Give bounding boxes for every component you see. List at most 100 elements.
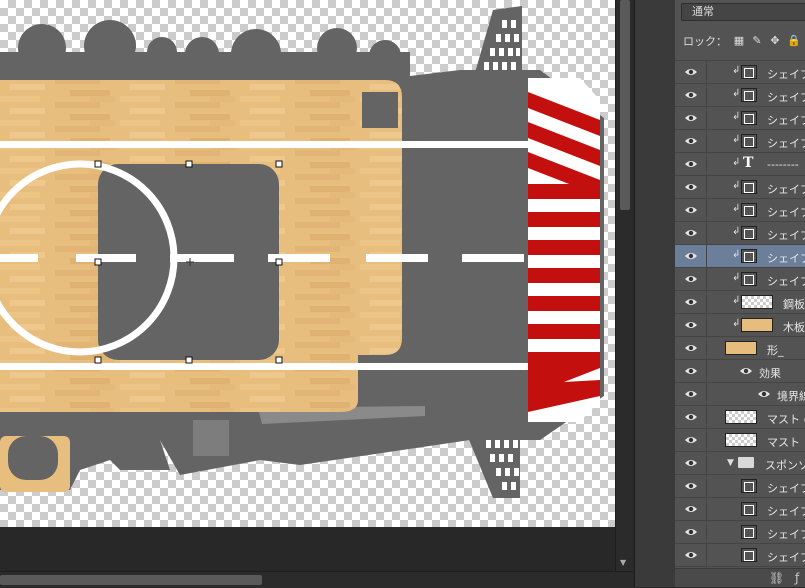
pasteboard [0, 527, 615, 571]
horizontal-scroll-thumb[interactable] [0, 575, 262, 585]
layer-row[interactable]: ↲ シェイプ [675, 175, 805, 198]
visibility-eye-icon[interactable] [684, 411, 698, 423]
layer-thumbnail [725, 341, 757, 355]
layer-row[interactable]: ↲ シェイプ [675, 244, 805, 267]
layers-panel: 通常 ロック： ▦ ✎ ✥ 🔒 ↲シェイプ↲シェイプ↲シェイプ↲シェイプ↲T--… [674, 0, 805, 587]
divider [706, 521, 707, 543]
layer-row[interactable]: 境界線 [675, 382, 805, 405]
shape-layer-thumbnail [741, 272, 757, 286]
lock-all-icon[interactable]: 🔒 [787, 35, 801, 47]
layer-row[interactable]: ↲ シェイプ [675, 106, 805, 129]
divider [706, 314, 707, 336]
layer-row[interactable]: ↲ T -------- [675, 152, 805, 175]
divider [706, 199, 707, 221]
layer-row[interactable]: ↲ 木板 [675, 313, 805, 336]
visibility-eye-icon[interactable] [684, 112, 698, 124]
divider [706, 429, 707, 451]
clipping-arrow-icon: ↲ [732, 318, 741, 329]
divider [706, 61, 707, 83]
layer-name: シェイプ [767, 275, 805, 288]
expand-triangle-icon[interactable]: ▼ [727, 458, 734, 468]
layer-name: シェイプ [767, 252, 805, 265]
layer-row[interactable]: 形_ [675, 336, 805, 359]
shape-layer-thumbnail [741, 203, 757, 217]
layer-row[interactable]: シェイプ [675, 520, 805, 543]
lock-row: ロック： ▦ ✎ ✥ 🔒 [675, 30, 805, 52]
fx-icon[interactable]: ƒ [795, 571, 799, 585]
layer-thumbnail [725, 410, 757, 424]
link-layers-icon[interactable]: ⛓ [769, 571, 784, 585]
horizontal-scrollbar[interactable] [0, 571, 633, 588]
visibility-eye-icon[interactable] [684, 319, 698, 331]
visibility-eye-icon[interactable] [684, 434, 698, 446]
shape-layer-thumbnail [741, 111, 757, 125]
shape-layer-thumbnail [741, 226, 757, 240]
layer-name: シェイプ [767, 137, 805, 150]
layer-row[interactable]: シェイプ [675, 497, 805, 520]
scroll-down-arrow-icon[interactable]: ▼ [620, 558, 626, 567]
document-canvas[interactable] [0, 0, 615, 527]
layer-row[interactable]: シェイプ [675, 474, 805, 497]
layer-name: シェイプ [767, 505, 805, 518]
panel-dock-gap [634, 0, 675, 587]
bow-stripes [528, 78, 600, 422]
visibility-eye-icon[interactable] [684, 549, 698, 561]
layer-row[interactable]: マスト [675, 428, 805, 451]
visibility-eye-icon[interactable] [684, 480, 698, 492]
layer-thumbnail [725, 433, 757, 447]
layer-row[interactable]: ▼ スポンソン [675, 451, 805, 474]
visibility-eye-icon[interactable] [684, 388, 698, 400]
effect-eye-icon[interactable] [757, 388, 771, 400]
shape-layer-thumbnail [741, 134, 757, 148]
visibility-eye-icon[interactable] [684, 158, 698, 170]
lock-paint-brush-icon[interactable]: ✎ [751, 35, 763, 47]
shape-layer-thumbnail [741, 88, 757, 102]
clipping-arrow-icon: ↲ [732, 295, 741, 306]
divider [706, 337, 707, 359]
divider [706, 291, 707, 313]
visibility-eye-icon[interactable] [684, 342, 698, 354]
lock-move-icon[interactable]: ✥ [769, 35, 781, 47]
visibility-eye-icon[interactable] [684, 204, 698, 216]
visibility-eye-icon[interactable] [684, 296, 698, 308]
visibility-eye-icon[interactable] [684, 365, 698, 377]
divider [706, 452, 707, 474]
layer-row[interactable]: ↲ 鋼板 [675, 290, 805, 313]
layer-row[interactable]: ↲ シェイプ [675, 221, 805, 244]
deck-line-bottom [0, 363, 528, 370]
layer-row[interactable]: シェイプ [675, 543, 805, 566]
blend-mode-dropdown[interactable]: 通常 [681, 3, 805, 21]
visibility-eye-icon[interactable] [684, 66, 698, 78]
layer-name: 木板 [783, 321, 805, 334]
layer-name: -------- [767, 158, 799, 171]
layer-row[interactable]: ↲ シェイプ [675, 267, 805, 290]
ship-artwork [0, 6, 604, 498]
visibility-eye-icon[interactable] [684, 526, 698, 538]
visibility-eye-icon[interactable] [684, 457, 698, 469]
visibility-eye-icon[interactable] [684, 89, 698, 101]
shape-layer-thumbnail [741, 180, 757, 194]
shape-layer-thumbnail [741, 548, 757, 562]
layer-row[interactable]: ↲ シェイプ [675, 60, 805, 83]
lock-transparent-icon[interactable]: ▦ [733, 35, 745, 47]
layer-row[interactable]: ↲ シェイプ [675, 198, 805, 221]
vertical-scrollbar[interactable]: ▼ [615, 0, 634, 571]
visibility-eye-icon[interactable] [684, 135, 698, 147]
visibility-eye-icon[interactable] [684, 227, 698, 239]
divider [706, 406, 707, 428]
layer-row[interactable]: ↲ シェイプ [675, 129, 805, 152]
deck-box [193, 420, 229, 456]
visibility-eye-icon[interactable] [684, 181, 698, 193]
deck-square [362, 92, 398, 128]
layer-row[interactable]: マスト の [675, 405, 805, 428]
layer-name: 形_ [767, 344, 784, 357]
visibility-eye-icon[interactable] [684, 250, 698, 262]
vertical-scroll-thumb[interactable] [620, 0, 630, 210]
effects-eye-icon[interactable] [739, 365, 753, 377]
layer-thumbnail [741, 318, 773, 332]
visibility-eye-icon[interactable] [684, 503, 698, 515]
layer-row[interactable]: 効果 [675, 359, 805, 382]
shape-layer-thumbnail [741, 249, 757, 263]
layer-row[interactable]: ↲ シェイプ [675, 83, 805, 106]
visibility-eye-icon[interactable] [684, 273, 698, 285]
